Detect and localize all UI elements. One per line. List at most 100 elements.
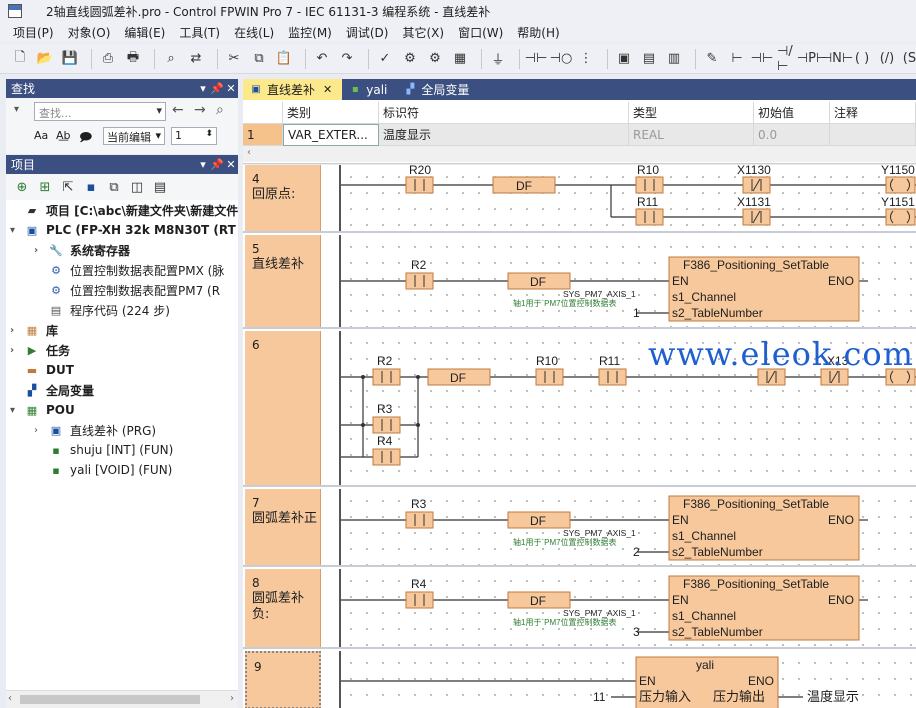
coil-neg-icon[interactable]: (/) bbox=[877, 49, 897, 69]
cell-type[interactable]: REAL bbox=[629, 124, 754, 146]
replace-icon[interactable]: ⇄ bbox=[186, 49, 206, 69]
chevron-right-icon[interactable]: › bbox=[34, 245, 48, 256]
ladder-editor[interactable]: 4 回原点: R20 DF R10 X1130 Y1150 R11 X1131 … bbox=[243, 165, 916, 708]
library-add-icon[interactable]: ▪ bbox=[81, 177, 101, 197]
new-project-icon[interactable]: 🗋 bbox=[10, 49, 30, 69]
close-icon[interactable]: ✕ bbox=[224, 158, 238, 171]
tree-node[interactable]: ▪ yali [VOID] (FUN) bbox=[34, 460, 172, 480]
tree-node[interactable]: ⚙ 位置控制数据表配置PMX (脉 bbox=[34, 260, 224, 280]
menu-edit[interactable]: 编辑(E) bbox=[117, 24, 172, 41]
print-icon[interactable]: 🖶 bbox=[123, 49, 143, 69]
compile-icon[interactable]: ⚙ bbox=[400, 49, 420, 69]
insert-coil-icon[interactable]: ⊣○ bbox=[550, 49, 573, 69]
network-7[interactable]: 7 圆弧差补正 R3 DF F386_Positioning_SetTable … bbox=[243, 489, 916, 567]
chevron-right-icon[interactable]: › bbox=[34, 425, 48, 436]
tree-node[interactable]: › ▣ 直线差补 (PRG) bbox=[34, 420, 156, 440]
tree-node[interactable]: ▾ ▦ POU bbox=[10, 400, 75, 420]
coil-set-icon[interactable]: (S) bbox=[902, 49, 916, 69]
chevron-right-icon[interactable]: › bbox=[10, 325, 24, 336]
tree-node[interactable]: › ▦ 库 bbox=[10, 320, 58, 340]
scroll-right-icon[interactable]: › bbox=[230, 693, 234, 704]
undo-icon[interactable]: ↶ bbox=[312, 49, 332, 69]
tree-node[interactable]: › ▶ 任务 bbox=[10, 340, 70, 360]
menu-debug[interactable]: 调试(D) bbox=[339, 24, 396, 41]
tree-node[interactable]: ⚙ 位置控制数据表配置PM7 (R bbox=[34, 280, 220, 300]
redo-icon[interactable]: ↷ bbox=[337, 49, 357, 69]
comment-icon[interactable]: 🗩 bbox=[79, 128, 92, 149]
chevron-down-icon[interactable]: ▾ bbox=[10, 225, 24, 236]
pen-icon[interactable]: ✎ bbox=[702, 49, 722, 69]
network-4[interactable]: 4 回原点: R20 DF R10 X1130 Y1150 R11 X1131 … bbox=[243, 165, 916, 233]
cell-comment[interactable] bbox=[830, 124, 916, 146]
pin-icon[interactable]: 📌 bbox=[210, 158, 224, 171]
coil-icon[interactable]: ( ) bbox=[852, 49, 872, 69]
menu-other[interactable]: 其它(X) bbox=[395, 24, 451, 41]
monitor-off-icon[interactable]: ▥ bbox=[664, 49, 684, 69]
contact-n-icon[interactable]: ⊣N⊢ bbox=[821, 49, 853, 69]
tree-node[interactable]: ▪ shuju [INT] (FUN) bbox=[34, 440, 173, 460]
copy-object-icon[interactable]: ⧉ bbox=[104, 177, 124, 197]
chevron-right-icon[interactable]: › bbox=[10, 345, 24, 356]
monitor-on-icon[interactable]: ▤ bbox=[639, 49, 659, 69]
monitor-icon[interactable]: ▣ bbox=[614, 49, 634, 69]
close-icon[interactable]: ✕ bbox=[224, 82, 238, 95]
copy-icon[interactable]: ⧉ bbox=[249, 49, 269, 69]
forward-arrow-icon[interactable]: → bbox=[194, 102, 206, 118]
add-pou-icon[interactable]: ⊞ bbox=[35, 177, 55, 197]
dropdown-icon[interactable]: ▾ bbox=[196, 82, 210, 95]
tree-node[interactable]: ▬ DUT bbox=[10, 360, 74, 380]
menu-window[interactable]: 窗口(W) bbox=[451, 24, 510, 41]
menu-tools[interactable]: 工具(T) bbox=[172, 24, 227, 41]
menu-monitor[interactable]: 监控(M) bbox=[281, 24, 339, 41]
tree-scrollbar[interactable]: ‹ › bbox=[6, 690, 238, 708]
chevron-down-icon[interactable]: ▾ bbox=[10, 405, 24, 416]
compile-all-icon[interactable]: ⚙ bbox=[425, 49, 445, 69]
check-icon[interactable]: ✓ bbox=[375, 49, 395, 69]
save-icon[interactable]: 💾 bbox=[60, 49, 80, 69]
tree-node[interactable]: ▞ 全局变量 bbox=[10, 380, 94, 400]
cell-identifier[interactable]: 温度显示 bbox=[379, 124, 629, 146]
search-icon[interactable]: ⌕ bbox=[216, 102, 224, 118]
insert-branch-icon[interactable]: ⋮ bbox=[576, 49, 596, 69]
pin-icon[interactable]: 📌 bbox=[210, 82, 224, 95]
find-icon[interactable]: ⌕ bbox=[161, 49, 181, 69]
network-5[interactable]: 5 直线差补 R2 DF F386_Positioning_SetTable E… bbox=[243, 235, 916, 329]
view-icon[interactable]: ◫ bbox=[127, 177, 147, 197]
print-preview-icon[interactable]: ⎙ bbox=[98, 49, 118, 69]
tab-yali[interactable]: ▪ yali bbox=[342, 79, 397, 100]
online-icon[interactable]: ⏚ bbox=[488, 49, 508, 69]
close-tab-icon[interactable]: ✕ bbox=[323, 83, 332, 96]
count-stepper[interactable]: 1 ⬍ bbox=[171, 127, 217, 145]
properties-icon[interactable]: ▤ bbox=[150, 177, 170, 197]
menu-object[interactable]: 对象(O) bbox=[61, 24, 118, 41]
contact-no-icon[interactable]: ⊣⊢ bbox=[751, 49, 774, 69]
cell-init-value[interactable]: 0.0 bbox=[754, 124, 830, 146]
scope-select[interactable]: 当前编辑 ▾ bbox=[103, 127, 165, 145]
open-project-icon[interactable]: 📂 bbox=[35, 49, 55, 69]
match-word-icon[interactable]: A͟b bbox=[56, 129, 71, 142]
contact-nc-icon[interactable]: ⊣/⊢ bbox=[777, 44, 797, 73]
scroll-left-icon[interactable]: ‹ bbox=[247, 147, 251, 158]
tab-linear-interp[interactable]: ▣ 直线差补 ✕ bbox=[243, 79, 343, 100]
tree-node[interactable]: › 🔧 系统寄存器 bbox=[34, 240, 130, 260]
dropdown-icon[interactable]: ▾ bbox=[196, 158, 210, 171]
build-icon[interactable]: ▦ bbox=[450, 49, 470, 69]
paste-icon[interactable]: 📋 bbox=[274, 49, 294, 69]
menu-online[interactable]: 在线(L) bbox=[227, 24, 281, 41]
tab-global-vars[interactable]: ▞ 全局变量 bbox=[397, 79, 479, 100]
tree-node[interactable]: ▤ 程序代码 (224 步) bbox=[34, 300, 170, 320]
cut-icon[interactable]: ✂ bbox=[224, 49, 244, 69]
add-object-icon[interactable]: ⊕ bbox=[12, 177, 32, 197]
table-scrollbar[interactable]: ‹ bbox=[243, 146, 916, 162]
network-9[interactable]: 9 yali EN ENO 压力输入 压力输出 11 温度显示 bbox=[243, 651, 916, 708]
back-arrow-icon[interactable]: ← bbox=[172, 102, 184, 118]
scroll-thumb[interactable] bbox=[20, 695, 200, 704]
network-8[interactable]: 8 圆弧差补负: R4 DF F386_Positioning_SetTable… bbox=[243, 569, 916, 649]
contact-p-icon[interactable]: ⊣P⊢ bbox=[797, 49, 828, 69]
tree-node[interactable]: ▰ 项目 [C:\abc\新建文件夹\新建文件夹 bbox=[10, 200, 238, 220]
cell-class[interactable]: VAR_EXTER... bbox=[283, 124, 379, 146]
table-row[interactable]: 1 VAR_EXTER... 温度显示 REAL 0.0 bbox=[243, 124, 916, 146]
search-input[interactable]: 查找... bbox=[34, 102, 166, 121]
insert-contact-icon[interactable]: ⊣⊢ bbox=[525, 49, 548, 69]
match-case-icon[interactable]: Aa bbox=[34, 129, 48, 142]
